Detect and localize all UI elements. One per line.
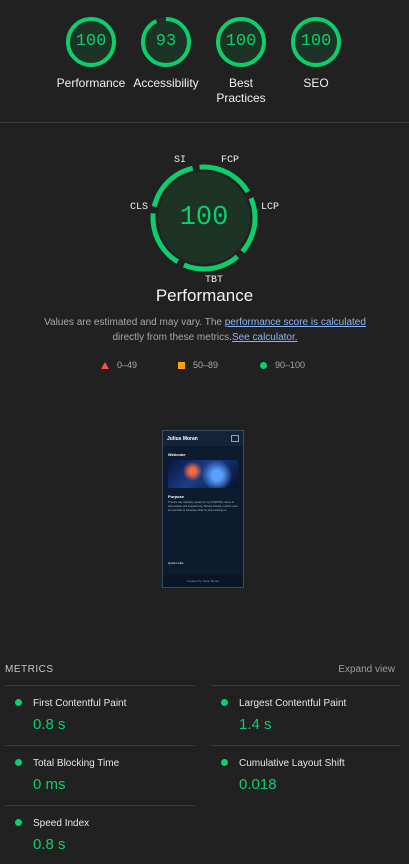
gauge-label: SEO bbox=[303, 76, 329, 90]
metric-label-fcp: FCP bbox=[221, 155, 240, 166]
metric-label-tbt: TBT bbox=[205, 275, 224, 286]
gauge-score: 100 bbox=[75, 32, 107, 51]
screenshot-purpose-text: This site was originally created for my … bbox=[168, 501, 238, 512]
triangle-icon bbox=[101, 361, 109, 369]
gauge-label: Accessibility bbox=[133, 76, 199, 90]
score-note: Values are estimated and may vary. The p… bbox=[30, 315, 380, 345]
expand-view-toggle[interactable]: Expand view bbox=[338, 664, 395, 675]
metric-label-si: SI bbox=[174, 155, 187, 166]
gauge-best-practices[interactable]: 100 Best Practices bbox=[201, 16, 281, 106]
metrics-title: METRICS bbox=[5, 664, 54, 675]
gauge-performance[interactable]: 100 Performance bbox=[51, 16, 131, 91]
note-middle: directly from these metrics. bbox=[112, 332, 232, 343]
circle-icon bbox=[260, 361, 267, 369]
legend-fail-label: 0–49 bbox=[117, 360, 138, 370]
metric-value: 0.8 s bbox=[33, 716, 66, 733]
metric-cls: Cumulative Layout Shift 0.018 bbox=[211, 745, 401, 804]
screenshot-footer: Created by Julius Moran bbox=[163, 575, 243, 587]
metric-value: 1.4 s bbox=[239, 716, 272, 733]
metric-label-lcp: LCP bbox=[261, 202, 280, 213]
gauge-ring: 100 bbox=[290, 16, 342, 68]
performance-title: Performance bbox=[155, 286, 254, 305]
square-icon bbox=[178, 361, 185, 369]
gauge-score: 100 bbox=[225, 32, 257, 51]
score-legend: 0–49 50–89 90–100 bbox=[0, 360, 409, 374]
legend-pass-label: 90–100 bbox=[275, 360, 306, 370]
pass-circle-icon bbox=[15, 819, 22, 826]
metric-tbt: Total Blocking Time 0 ms bbox=[5, 745, 195, 804]
pass-circle-icon bbox=[221, 699, 228, 706]
gauge-seo[interactable]: 100 SEO bbox=[276, 16, 356, 91]
gauge-score: 93 bbox=[155, 32, 177, 51]
metric-name: First Contentful Paint bbox=[33, 698, 127, 709]
metric-name: Cumulative Layout Shift bbox=[239, 758, 345, 769]
screenshot-quick-links: Quick Links bbox=[168, 561, 184, 565]
pass-circle-icon bbox=[15, 699, 22, 706]
score-calculation-link[interactable]: performance score is calculated bbox=[225, 317, 366, 328]
metric-name: Total Blocking Time bbox=[33, 758, 120, 769]
metric-fcp: First Contentful Paint 0.8 s bbox=[5, 685, 195, 744]
gauge-label: Performance bbox=[56, 76, 126, 90]
legend-average-label: 50–89 bbox=[193, 360, 219, 370]
legend-average: 50–89 bbox=[178, 360, 218, 370]
metric-label-cls: CLS bbox=[130, 202, 149, 213]
gauge-ring: 93 bbox=[140, 16, 192, 68]
screenshot-hero-image bbox=[168, 460, 238, 488]
screenshot-welcome: Welcome bbox=[168, 452, 186, 457]
metric-name: Largest Contentful Paint bbox=[239, 698, 347, 709]
gauge-ring: 100 bbox=[65, 16, 117, 68]
legend-pass: 90–100 bbox=[260, 360, 305, 370]
metric-value: 0.8 s bbox=[33, 836, 66, 853]
metric-value: 0.018 bbox=[239, 776, 277, 793]
legend-fail: 0–49 bbox=[101, 360, 137, 370]
screenshot-header: Julius Moran bbox=[163, 431, 243, 446]
page-screenshot[interactable]: Julius Moran Welcome Purpose This site w… bbox=[162, 430, 244, 588]
gauge-label: Best Practices bbox=[216, 76, 266, 105]
metric-si: Speed Index 0.8 s bbox=[5, 805, 195, 864]
metric-value: 0 ms bbox=[33, 776, 66, 793]
note-prefix: Values are estimated and may vary. The bbox=[44, 317, 225, 328]
calculator-link[interactable]: See calculator. bbox=[232, 332, 298, 343]
metric-name: Speed Index bbox=[33, 818, 90, 829]
performance-score: 100 bbox=[179, 203, 229, 233]
pass-circle-icon bbox=[15, 759, 22, 766]
menu-icon bbox=[231, 435, 239, 442]
pass-circle-icon bbox=[221, 759, 228, 766]
screenshot-site-name: Julius Moran bbox=[167, 435, 198, 442]
metric-lcp: Largest Contentful Paint 1.4 s bbox=[211, 685, 401, 744]
gauge-ring: 100 bbox=[215, 16, 267, 68]
category-gauges: 100 Performance 93 Accessibility 100 Bes… bbox=[0, 0, 409, 123]
metrics-header: METRICS Expand view bbox=[5, 664, 395, 684]
gauge-score: 100 bbox=[300, 32, 332, 51]
screenshot-purpose: Purpose bbox=[168, 494, 185, 499]
gauge-accessibility[interactable]: 93 Accessibility bbox=[126, 16, 206, 91]
